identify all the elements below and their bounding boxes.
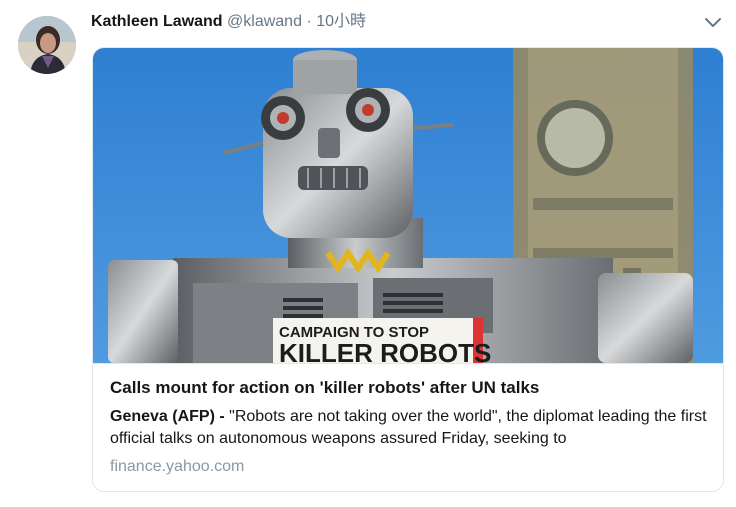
card-description-source: Geneva (AFP) - [110, 408, 225, 425]
tweet-header: Kathleen Lawand @klawand · 10小時 [91, 11, 366, 33]
separator-dot: · [306, 13, 312, 30]
card-description: Geneva (AFP) - "Robots are not taking ov… [110, 406, 710, 450]
card-domain[interactable]: finance.yahoo.com [110, 458, 244, 476]
avatar[interactable] [18, 16, 76, 74]
link-card[interactable]: CAMPAIGN TO STOP KILLER ROBOTS Calls mou… [92, 47, 724, 492]
sign-line-2: KILLER ROBOTS [279, 338, 491, 363]
avatar-image [18, 16, 76, 74]
card-body[interactable]: Calls mount for action on 'killer robots… [93, 363, 723, 491]
card-image[interactable]: CAMPAIGN TO STOP KILLER ROBOTS [93, 48, 723, 363]
card-title[interactable]: Calls mount for action on 'killer robots… [110, 378, 539, 398]
tweet[interactable]: Kathleen Lawand @klawand · 10小時 CAMPAIGN… [0, 0, 736, 507]
chevron-down-icon[interactable] [704, 15, 722, 29]
author-handle[interactable]: @klawand [227, 13, 302, 30]
timestamp[interactable]: 10小時 [316, 13, 366, 30]
author-name[interactable]: Kathleen Lawand [91, 13, 223, 30]
